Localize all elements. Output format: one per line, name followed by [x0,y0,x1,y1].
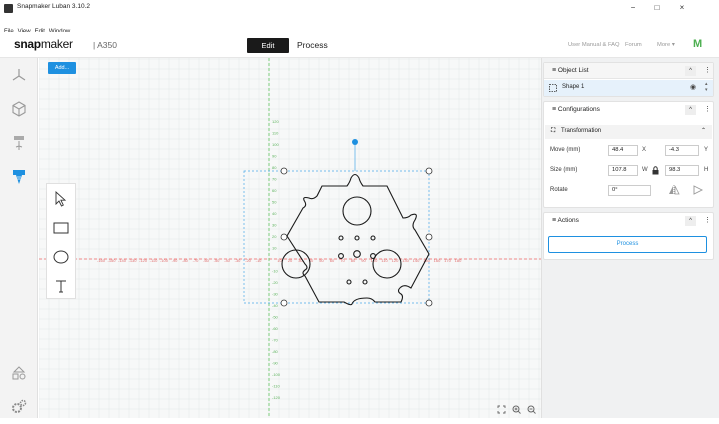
forum-link[interactable]: Forum [625,42,642,48]
list-icon: ≡ [552,67,557,74]
drawing-toolbar [46,183,76,299]
hex-plate-outline [281,173,430,306]
minimize-button[interactable]: − [623,3,643,12]
brand-icon: M [693,38,703,50]
machine-model: | A350 [93,40,117,50]
ellipse-tool-icon[interactable] [47,242,75,271]
title-bar: Snapmaker Luban 3.10.2 − □ × [0,0,719,20]
zoom-out-icon[interactable] [527,405,536,416]
lock-ratio-icon[interactable] [652,166,659,175]
scale-handle-tr[interactable] [425,167,433,175]
view-cube-icon[interactable] [0,92,38,126]
move-label: Move (mm) [550,147,581,153]
list-icon: ≡ [552,106,557,113]
size-h-input[interactable]: 98.3 [665,165,699,176]
snapmaker-logo: snapmaker [14,37,73,51]
list-icon: ≡ [552,217,557,224]
size-w-unit: W [642,167,648,173]
configurations-title: Configurations [557,106,600,113]
scale-handle-tl[interactable] [280,167,288,175]
user-manual-link[interactable]: User Manual & FAQ [568,42,620,48]
object-name: Shape 1 [562,84,585,90]
scale-handle-l[interactable] [280,233,288,241]
scale-handle-br[interactable] [425,299,433,307]
shape-icon [549,84,557,92]
object-list-title: Object List [557,67,589,74]
move-y-input[interactable]: -4.3 [665,145,699,156]
size-h-unit: H [704,167,709,173]
text-tool-icon[interactable] [47,271,75,300]
scale-handle-r[interactable] [425,233,433,241]
edit-tab[interactable]: Edit [247,38,289,53]
size-label: Size (mm) [550,167,578,173]
menu-bar: FileViewEditWindow [0,20,719,35]
shape-1[interactable] [39,58,541,418]
transformation-title: Transformation [561,128,602,134]
rotate-label: Rotate [550,187,568,193]
workspace-icon[interactable] [0,356,38,390]
size-w-input[interactable]: 107.8 [608,165,638,176]
cnc-icon[interactable] [0,160,38,194]
logo-bold: snap [14,37,41,51]
visibility-eye-icon[interactable]: ◉ [690,83,696,91]
rotate-input[interactable]: 0° [608,185,651,196]
app-icon [4,4,13,13]
object-list-item[interactable]: Shape 1 ◉ ▴ ▾ [544,80,713,96]
zoom-in-icon[interactable] [512,405,521,416]
process-button[interactable]: Process [548,236,707,253]
scale-handle-bl[interactable] [280,299,288,307]
move-y-unit: Y [704,147,709,153]
collapse-actions-icon[interactable]: ^ [685,216,696,226]
more-menu[interactable]: More ▾ [657,42,675,48]
window-title: Snapmaker Luban 3.10.2 [17,3,90,10]
select-tool-icon[interactable] [47,184,75,213]
configurations-more-icon[interactable]: ⋮ [704,105,711,113]
transformation-section-header[interactable]: ⛶ Transformation ⌃ [545,125,712,139]
object-list-panel: ≡ Object List ^ ⋮ Shape 1 ◉ ▴ ▾ [543,62,714,97]
close-button[interactable]: × [672,3,692,12]
process-tab[interactable]: Process [297,40,328,50]
3d-printing-icon[interactable] [0,58,38,92]
workspace-canvas[interactable]: -160 -150 -140 -130 -120 -110 -100 -90 -80 -70 -60… [39,58,541,418]
actions-title: Actions [557,217,579,224]
collapse-transformation-icon[interactable]: ⌃ [701,127,706,134]
laser-icon[interactable] [0,126,38,160]
list-scroll-icon[interactable]: ▴ ▾ [705,81,708,93]
configurations-panel: ≡ Configurations ^ ⋮ ⛶ Transformation ⌃ … [543,101,714,208]
flip-vertical-icon[interactable] [692,184,704,196]
move-x-input[interactable]: 48.4 [608,145,638,156]
rotate-handle[interactable] [352,139,358,145]
collapse-object-list-icon[interactable]: ^ [685,66,696,76]
selection-box [243,170,430,304]
actions-more-icon[interactable]: ⋮ [704,216,711,224]
move-x-unit: X [642,147,647,153]
maximize-button[interactable]: □ [647,3,667,12]
transform-icon: ⛶ [551,128,556,134]
object-list-more-icon[interactable]: ⋮ [704,66,711,74]
settings-icon[interactable] [0,390,38,424]
flip-horizontal-icon[interactable] [668,184,680,196]
add-button[interactable]: Add... [48,62,76,74]
logo-light: maker [40,37,73,51]
fit-view-icon[interactable] [497,405,506,416]
left-sidebar [0,58,38,418]
rectangle-tool-icon[interactable] [47,213,75,242]
collapse-configurations-icon[interactable]: ^ [685,105,696,115]
